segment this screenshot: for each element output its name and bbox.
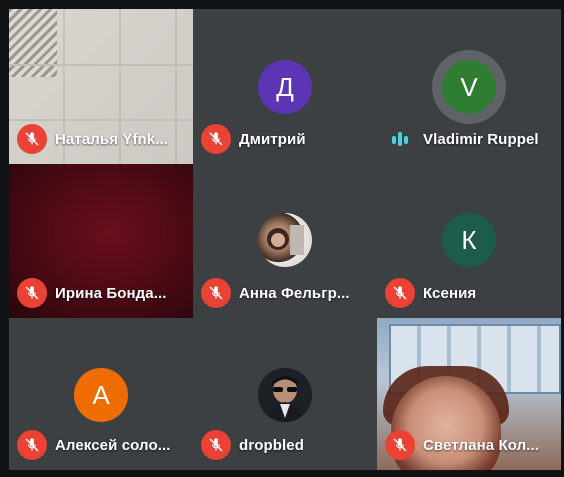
participant-nameplate: Наталья Yfnk... (17, 124, 168, 154)
mic-off-icon (385, 430, 415, 460)
participant-tile[interactable]: Ирина Бонда... (9, 164, 193, 318)
participant-nameplate: Дмитрий (201, 124, 306, 154)
participant-name: Алексей соло... (55, 436, 171, 454)
ceiling-vent (9, 9, 57, 77)
mic-off-icon (17, 430, 47, 460)
avatar: V (442, 60, 496, 114)
audio-level-icon (385, 124, 415, 154)
mic-off-icon (17, 124, 47, 154)
mic-off-icon (201, 124, 231, 154)
participant-nameplate: Светлана Кол... (385, 430, 539, 460)
participant-tile[interactable]: Наталья Yfnk... (9, 9, 193, 164)
participant-name: Дмитрий (239, 130, 306, 148)
participant-tile[interactable]: Анна Фельгр... (193, 164, 377, 318)
participant-nameplate: Ксения (385, 278, 476, 308)
ceiling-line (9, 119, 193, 121)
avatar: К (442, 213, 496, 267)
participant-tile[interactable]: К Ксения (377, 164, 561, 318)
mic-off-icon (385, 278, 415, 308)
avatar-photo (258, 368, 312, 422)
participant-name: Светлана Кол... (423, 436, 540, 454)
participant-name: Наталья Yfnk... (55, 130, 169, 148)
avatar: А (74, 368, 128, 422)
participant-name: Ирина Бонда... (55, 284, 167, 302)
participant-nameplate: Ирина Бонда... (17, 278, 167, 308)
participant-name: Vladimir Ruppel (423, 130, 539, 148)
avatar: Д (258, 60, 312, 114)
video-grid: Наталья Yfnk... Д Дмитрий V Vladimir Rup… (0, 0, 564, 477)
avatar-initial: V (460, 71, 478, 102)
participant-tile[interactable]: А Алексей соло... (9, 318, 193, 470)
mic-off-icon (201, 430, 231, 460)
avatar-initial: А (92, 379, 110, 410)
participant-tile[interactable]: Светлана Кол... (377, 318, 561, 470)
ceiling-line (9, 64, 193, 66)
participant-name: Ксения (423, 284, 477, 302)
avatar-photo (258, 213, 312, 267)
participant-nameplate: dropbled (201, 430, 304, 460)
avatar-initial: Д (276, 71, 294, 102)
mic-off-icon (201, 278, 231, 308)
participant-nameplate: Алексей соло... (17, 430, 171, 460)
participant-name: dropbled (239, 436, 304, 454)
participant-nameplate: Vladimir Ruppel (385, 124, 539, 154)
participant-tile[interactable]: dropbled (193, 318, 377, 470)
mic-off-icon (17, 278, 47, 308)
participant-tile[interactable]: V Vladimir Ruppel (377, 9, 561, 164)
participant-name: Анна Фельгр... (239, 284, 350, 302)
participant-nameplate: Анна Фельгр... (201, 278, 350, 308)
participant-tile[interactable]: Д Дмитрий (193, 9, 377, 164)
avatar-initial: К (461, 224, 477, 255)
